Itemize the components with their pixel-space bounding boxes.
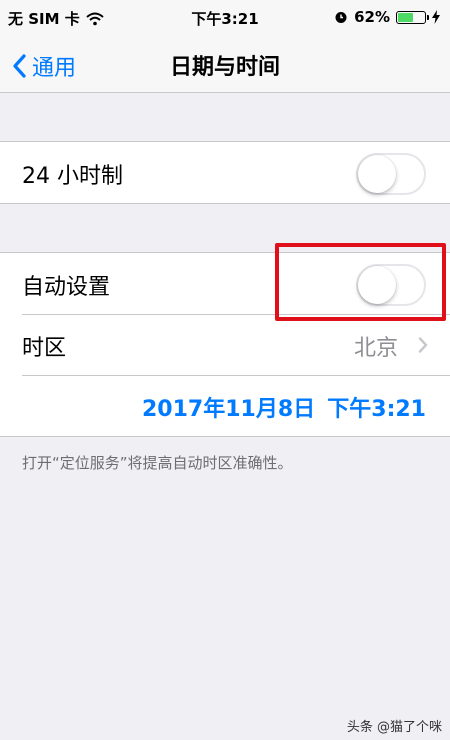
- battery-percent: 62%: [354, 8, 390, 26]
- highlight-box: [275, 243, 446, 321]
- alarm-icon: [335, 12, 347, 23]
- group-clock-format: 24 小时制: [0, 141, 450, 204]
- toggle-knob: [358, 155, 396, 193]
- watermark: 头条 @猫了个咪: [346, 720, 442, 735]
- page-title: 日期与时间: [169, 55, 280, 80]
- footer-note: 打开“定位服务”将提高自动时区准确性。: [22, 454, 293, 472]
- charging-bolt-icon: [432, 10, 440, 24]
- time-value: 下午3:21: [327, 397, 426, 422]
- status-bar: 无 SIM 卡 下午3:21 62%: [0, 0, 450, 36]
- row-date-time[interactable]: 2017年11月8日 下午3:21: [0, 375, 450, 436]
- date-value: 2017年11月8日: [142, 397, 316, 422]
- battery-icon: [396, 10, 429, 24]
- toggle-24-hour[interactable]: [356, 153, 426, 195]
- row-label-24-hour: 24 小时制: [22, 164, 123, 189]
- row-label-timezone: 时区: [22, 336, 67, 361]
- row-timezone[interactable]: 时区 北京: [0, 314, 450, 375]
- battery-fill: [398, 12, 413, 22]
- row-label-auto-set: 自动设置: [22, 275, 111, 300]
- status-right: 62%: [334, 8, 440, 26]
- navigation-bar: 通用 日期与时间: [0, 36, 450, 93]
- timezone-value: 北京: [353, 336, 398, 361]
- row-24-hour: 24 小时制: [0, 142, 450, 203]
- battery-tip: [427, 14, 429, 20]
- chevron-right-icon: [418, 337, 428, 353]
